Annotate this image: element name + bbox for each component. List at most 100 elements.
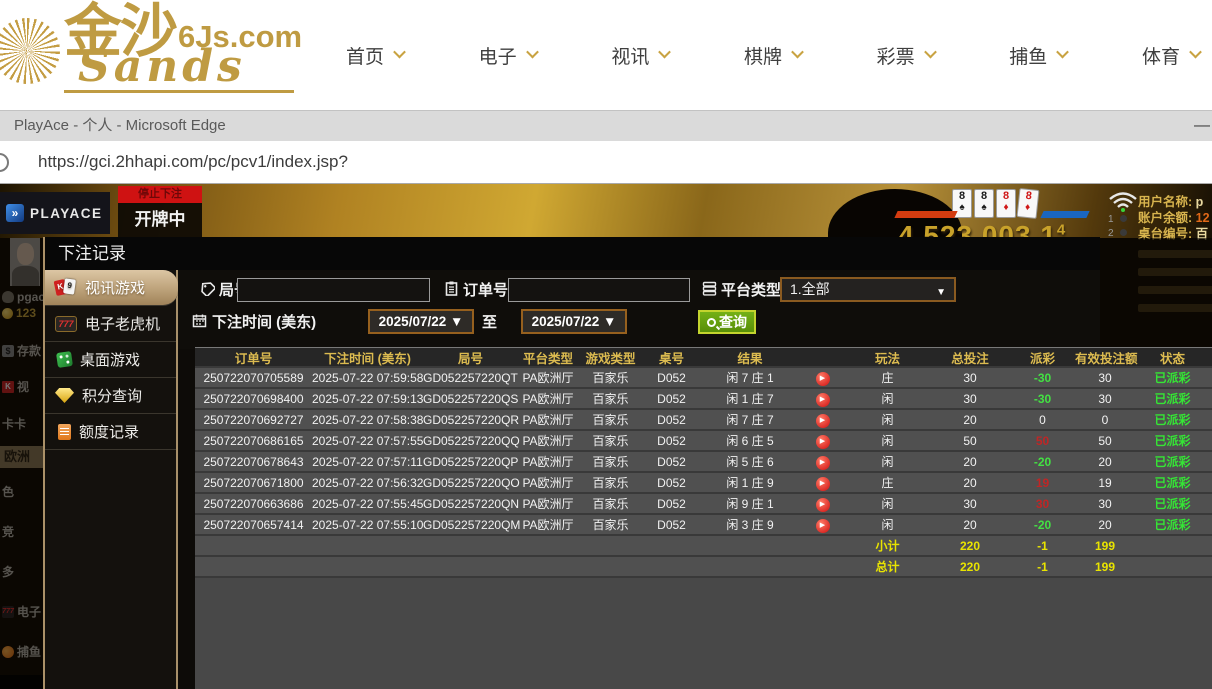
replay-video-icon[interactable]: ▶ [816,372,830,386]
column-header: 桌号 [643,348,700,367]
totals-label-cell: 总计 [845,558,930,575]
round-input[interactable] [237,278,430,302]
table-no-cell: D052 [643,413,700,427]
document-icon [58,424,71,440]
replay-video-icon[interactable]: ▶ [816,456,830,470]
payout-cell: 0 [1010,413,1075,427]
replay-video-icon[interactable]: ▶ [816,498,830,512]
valid-bet-cell: 0 [1075,413,1135,427]
sidebar-item-table-games[interactable]: 桌面游戏 [45,342,176,378]
date-from-picker[interactable]: 2025/07/22 ▼ [368,309,474,334]
column-header: 派彩 [1010,348,1075,367]
filter-form: 局号 订单号 平台类型 1.全部 ▼ 下注时间 (美东) 2025/07/22 … [178,270,1100,349]
table-row: 2507220706786432025-07-22 07:57:11GD0522… [195,452,1212,473]
nav-item-live[interactable]: 视讯 [605,42,675,69]
sidebar-item-live-games[interactable]: K9 视讯游戏 [45,270,178,306]
playing-card: 8♠ [974,189,994,218]
game-background: » PLAYACE 停止下注 开牌中 8♠8♠8♦8♦ 4,523,003.14… [0,184,1212,689]
minimize-button[interactable]: — [1194,111,1210,141]
date-to-picker[interactable]: 2025/07/22 ▼ [521,309,627,334]
platform-cell: PA欧洲厅 [518,390,578,407]
payout-cell: 30 [1010,497,1075,511]
round-id-cell: GD052257220QN [423,497,518,511]
search-button[interactable]: 查询 [698,310,756,334]
status-cell: 已派彩 [1135,411,1210,428]
play-cell: ▶ [800,474,845,491]
platform-cell: PA欧洲厅 [518,474,578,491]
play-cell: ▶ [800,369,845,386]
result-cell: 闲 5 庄 6 [700,453,800,470]
column-header: 有效投注额 [1075,348,1135,367]
table-no-cell: D052 [643,476,700,490]
valid-bet-cell: 30 [1075,371,1135,385]
sidebar-item-points-query[interactable]: 积分查询 [45,378,176,414]
replay-video-icon[interactable]: ▶ [816,477,830,491]
replay-video-icon[interactable]: ▶ [816,519,830,533]
calendar-icon [192,313,207,328]
status-cell: 已派彩 [1135,390,1210,407]
site-header: 金沙 6Js.com Sands 首页 电子 视讯 棋牌 彩票 捕鱼 体育 [0,0,1212,110]
table-row: 2507220706984002025-07-22 07:59:13GD0522… [195,389,1212,410]
table-row: 2507220706927272025-07-22 07:58:38GD0522… [195,410,1212,431]
table-row: 2507220707055892025-07-22 07:59:58GD0522… [195,368,1212,389]
totals-payout-cell: -1 [1010,539,1075,553]
status-cell: 已派彩 [1135,453,1210,470]
banker-meter-bar [894,211,957,218]
reload-icon[interactable] [0,153,9,172]
bet-time-label: 下注时间 (美东) [212,311,316,332]
order-id-cell: 250722070686165 [195,434,312,448]
payout-cell: -20 [1010,455,1075,469]
total-bet-cell: 20 [930,518,1010,532]
sidebar-item-quota-records[interactable]: 额度记录 [45,414,176,450]
bet-time-cell: 2025-07-22 07:59:13 [312,392,423,406]
game-type-cell: 百家乐 [578,369,643,386]
column-header: 游戏类型 [578,348,643,367]
sunburst-logo-icon [0,18,60,84]
play-type-cell: 庄 [845,474,930,491]
nav-item-lottery[interactable]: 彩票 [871,42,941,69]
nav-item-boardgames[interactable]: 棋牌 [738,42,808,69]
status-cell: 已派彩 [1135,474,1210,491]
payout-cell: -30 [1010,371,1075,385]
chevron-down-icon [924,45,937,58]
result-cell: 闲 1 庄 7 [700,390,800,407]
nav-item-fishing[interactable]: 捕鱼 [1003,42,1073,69]
play-type-cell: 闲 [845,453,930,470]
table-no-cell: D052 [643,455,700,469]
modal-left-border [43,237,45,689]
game-type-cell: 百家乐 [578,432,643,449]
valid-bet-cell: 19 [1075,476,1135,490]
order-id-cell: 250722070671800 [195,476,312,490]
column-header: 玩法 [845,348,930,367]
totals-bet-cell: 220 [930,539,1010,553]
bet-time-cell: 2025-07-22 07:57:55 [312,434,423,448]
round-id-cell: GD052257220QO [423,476,518,490]
chevron-down-icon [1056,45,1069,58]
total-bet-cell: 30 [930,371,1010,385]
status-cell: 已派彩 [1135,369,1210,386]
replay-video-icon[interactable]: ▶ [816,393,830,407]
table-row: 2507220706574142025-07-22 07:55:10GD0522… [195,515,1212,536]
playing-cards-icon: K9 [55,279,77,297]
column-header: 订单号 [195,348,312,367]
sidebar-item-slot-machines[interactable]: 777 电子老虎机 [45,306,176,342]
nav-item-home[interactable]: 首页 [340,42,410,69]
payout-cell: -30 [1010,392,1075,406]
playace-mark-icon: » [6,204,24,222]
order-input[interactable] [508,278,690,302]
column-header: 结果 [700,348,800,367]
chevron-down-icon [1189,45,1202,58]
replay-video-icon[interactable]: ▶ [816,435,830,449]
platform-select[interactable]: 1.全部 ▼ [780,277,956,302]
nav-item-slots[interactable]: 电子 [473,42,543,69]
browser-urlbar[interactable]: https://gci.2hhapi.com/pc/pcv1/index.jsp… [0,141,1212,184]
play-type-cell: 庄 [845,369,930,386]
table-header-row: 订单号下注时间 (美东)局号平台类型游戏类型桌号结果玩法总投注派彩有效投注额状态 [195,348,1212,368]
platform-cell: PA欧洲厅 [518,432,578,449]
column-header: 平台类型 [518,348,578,367]
nav-item-sports[interactable]: 体育 [1136,42,1206,69]
play-type-cell: 闲 [845,390,930,407]
replay-video-icon[interactable]: ▶ [816,414,830,428]
totals-valid-bet-cell: 199 [1075,560,1135,574]
table-no-cell: D052 [643,434,700,448]
